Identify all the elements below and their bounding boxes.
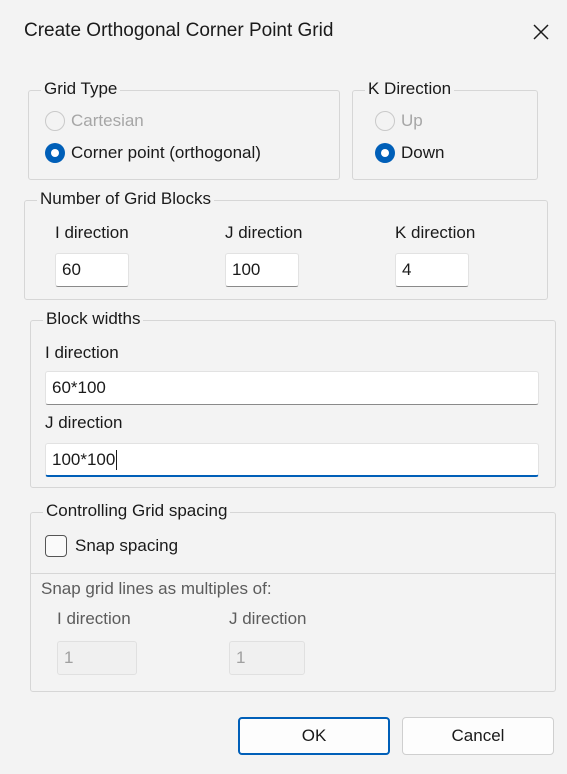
cancel-button[interactable]: Cancel [402,717,554,755]
grid-blocks-j-label: J direction [225,223,303,242]
radio-up-label: Up [401,111,423,130]
grid-spacing-label: Controlling Grid spacing [43,501,231,521]
block-widths-label: Block widths [43,309,144,329]
radio-cartesian-label: Cartesian [71,111,144,130]
radio-corner-point-label: Corner point (orthogonal) [71,143,261,162]
k-direction-group: K Direction Up Down [352,79,538,180]
grid-type-label: Grid Type [41,79,121,99]
radio-dot [375,111,395,131]
dialog-title: Create Orthogonal Corner Point Grid [24,20,334,41]
grid-blocks-group: Number of Grid Blocks I direction 60 J d… [24,189,548,300]
snap-i-label: I direction [57,609,131,628]
radio-dot-selected [45,143,65,163]
radio-dot [45,111,65,131]
title-bar: Create Orthogonal Corner Point Grid [0,0,567,66]
grid-blocks-label: Number of Grid Blocks [37,189,214,209]
checkbox-box [45,535,67,557]
grid-blocks-i-input[interactable]: 60 [55,253,129,287]
grid-blocks-j-input[interactable]: 100 [225,253,299,287]
snap-j-input[interactable]: 1 [229,641,305,675]
create-grid-dialog: Create Orthogonal Corner Point Grid Grid… [0,0,567,774]
snap-i-input[interactable]: 1 [57,641,137,675]
grid-blocks-k-input[interactable]: 4 [395,253,469,287]
grid-blocks-k-label: K direction [395,223,476,242]
radio-cartesian[interactable]: Cartesian [45,111,144,131]
snap-j-label: J direction [229,609,307,628]
radio-up[interactable]: Up [375,111,423,131]
ok-button[interactable]: OK [238,717,390,755]
block-widths-group: Block widths I direction 60*100 J direct… [30,309,556,488]
block-widths-j-input[interactable]: 100*100 [45,443,539,477]
grid-type-group: Grid Type Cartesian Corner point (orthog… [28,79,340,180]
close-icon [533,24,549,40]
block-widths-j-label: J direction [45,413,123,432]
radio-down[interactable]: Down [375,143,444,163]
radio-corner-point[interactable]: Corner point (orthogonal) [45,143,261,163]
radio-down-label: Down [401,143,445,162]
snap-multiples-label: Snap grid lines as multiples of: [41,579,272,598]
block-widths-i-label: I direction [45,343,119,362]
snap-spacing-checkbox[interactable]: Snap spacing [45,535,178,557]
snap-spacing-label: Snap spacing [75,536,179,555]
block-widths-j-value: 100*100 [52,449,116,469]
k-direction-label: K Direction [365,79,455,99]
section-divider [31,573,555,574]
close-button[interactable] [521,12,561,52]
block-widths-i-input[interactable]: 60*100 [45,371,539,405]
grid-spacing-group: Controlling Grid spacing Snap spacing Sn… [30,501,556,692]
grid-blocks-i-label: I direction [55,223,129,242]
text-caret [116,449,118,470]
radio-dot-selected [375,143,395,163]
